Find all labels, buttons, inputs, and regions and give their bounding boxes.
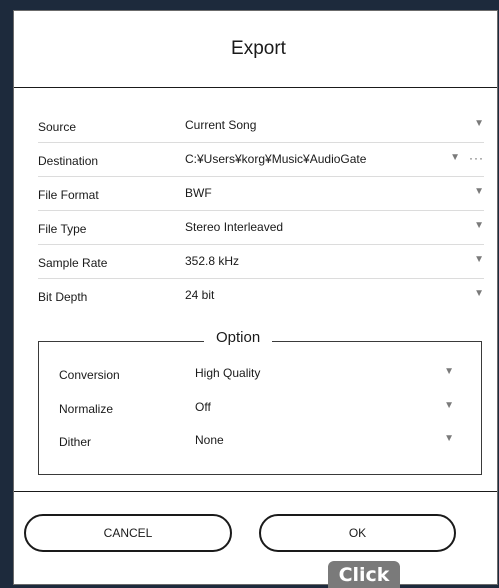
normalize-select[interactable]: Off	[195, 400, 211, 414]
chevron-down-icon[interactable]: ▼	[474, 288, 484, 299]
dialog-title: Export	[231, 38, 286, 59]
dither-label: Dither	[59, 435, 92, 449]
bit-depth-select[interactable]: 24 bit	[185, 288, 214, 302]
file-format-row[interactable]: File Format BWF ▼	[38, 177, 484, 211]
file-type-row[interactable]: File Type Stereo Interleaved ▼	[38, 211, 484, 245]
chevron-down-icon[interactable]: ▼	[474, 254, 484, 265]
export-dialog: Export Source Current Song ▼ Destination…	[13, 10, 498, 585]
more-icon[interactable]: ···	[469, 151, 484, 165]
footer-divider	[14, 491, 497, 492]
option-group-title: Option	[204, 329, 273, 346]
chevron-down-icon[interactable]: ▼	[444, 366, 454, 377]
destination-label: Destination	[38, 154, 99, 168]
conversion-label: Conversion	[59, 368, 120, 382]
file-type-label: File Type	[38, 222, 87, 236]
dither-select[interactable]: None	[195, 433, 224, 447]
cancel-button[interactable]: CANCEL	[24, 514, 232, 552]
conversion-select[interactable]: High Quality	[195, 366, 260, 380]
click-indicator: Click	[328, 561, 400, 588]
dither-row[interactable]: Dither None ▼	[59, 428, 469, 458]
chevron-down-icon[interactable]: ▼	[444, 433, 454, 444]
destination-row[interactable]: Destination C:¥Users¥korg¥Music¥AudioGat…	[38, 143, 484, 177]
chevron-down-icon[interactable]: ▼	[474, 118, 484, 129]
bit-depth-row[interactable]: Bit Depth 24 bit ▼	[38, 279, 484, 313]
sample-rate-select[interactable]: 352.8 kHz	[185, 254, 239, 268]
bit-depth-label: Bit Depth	[38, 290, 88, 304]
chevron-down-icon[interactable]: ▼	[474, 220, 484, 231]
normalize-row[interactable]: Normalize Off ▼	[59, 395, 469, 425]
conversion-row[interactable]: Conversion High Quality ▼	[59, 361, 469, 391]
dialog-title-bar: Export	[14, 11, 497, 88]
file-format-select[interactable]: BWF	[185, 186, 212, 200]
file-type-select[interactable]: Stereo Interleaved	[185, 220, 283, 234]
source-select[interactable]: Current Song	[185, 118, 256, 132]
chevron-down-icon[interactable]: ▼	[444, 400, 454, 411]
file-format-label: File Format	[38, 188, 99, 202]
destination-select[interactable]: C:¥Users¥korg¥Music¥AudioGate	[185, 152, 366, 166]
chevron-down-icon[interactable]: ▼	[450, 152, 460, 163]
sample-rate-label: Sample Rate	[38, 256, 108, 270]
ok-button[interactable]: OK	[259, 514, 456, 552]
normalize-label: Normalize	[59, 402, 114, 416]
source-row[interactable]: Source Current Song ▼	[38, 109, 484, 143]
sample-rate-row[interactable]: Sample Rate 352.8 kHz ▼	[38, 245, 484, 279]
chevron-down-icon[interactable]: ▼	[474, 186, 484, 197]
source-label: Source	[38, 120, 77, 134]
